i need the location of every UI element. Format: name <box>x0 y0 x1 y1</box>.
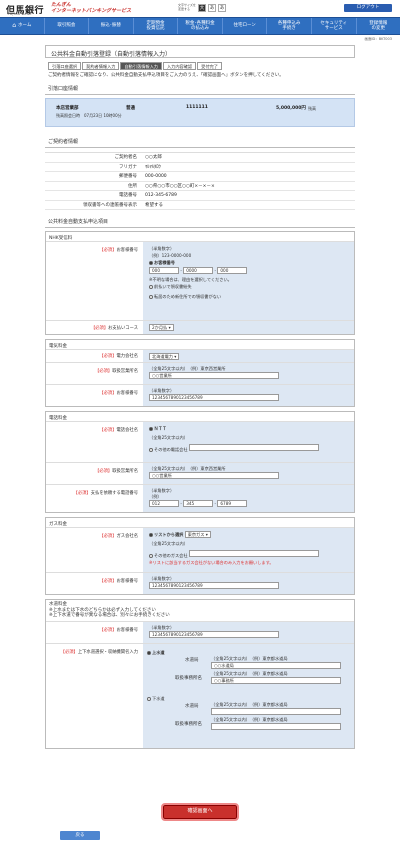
nhk-reason-radio-1[interactable] <box>149 285 153 289</box>
divider <box>45 94 355 95</box>
tel-other-radio[interactable] <box>149 448 153 452</box>
elec-company-select[interactable]: 北海道電力 ▾ <box>149 353 180 360</box>
nav-settings[interactable]: 登録情報 の変更 <box>357 18 400 34</box>
water-number-input[interactable]: 1234567890123456789 <box>149 630 279 638</box>
step-1: 引落口座選択 <box>48 62 82 70</box>
nhk-customer-row: 【必須】お客様番号 （半角数字） （例）123-0000-000 お客様番号 0… <box>46 241 354 320</box>
table-row: 住所 ○○県○○市○○区○○町×－×－× <box>45 182 355 191</box>
home-icon: ⌂ <box>12 22 16 30</box>
water-block: 水道料金 ※上水または下水のどちらかは必ず入力してください ※上下水道で番号が異… <box>45 599 355 749</box>
table-row: 領収書等への連帳番号表示 希望する <box>45 201 355 210</box>
divider <box>45 147 355 148</box>
contract-section-title: ご契約者情報 <box>48 139 79 145</box>
screen-id: 画面ID：BKT003 <box>364 37 392 41</box>
intro-text: ご契約者情報をご確認になり、公共料金自動支払申込項目をご入力のうえ、「確認画面へ… <box>48 73 284 78</box>
gas-number-input[interactable]: 1234567890123456789 <box>149 582 279 589</box>
account-branch: 本店営業部 <box>56 106 79 111</box>
gas-list-radio[interactable] <box>149 533 153 537</box>
water-note-2: ※上下水道で番号が異なる場合は、別々にお手続きください <box>49 613 170 618</box>
gas-company-select[interactable]: 東京ガス ▾ <box>184 531 211 538</box>
back-button[interactable]: 戻る <box>60 831 100 840</box>
account-box: 本店営業部 普通 1111111 5,000,000円 残高 残高照会日時 07… <box>45 98 355 127</box>
font-size-small-button[interactable]: あ <box>218 4 226 12</box>
nav-deposit[interactable]: 定期預金 投資信託 <box>134 18 179 34</box>
account-balance: 5,000,000円 <box>276 106 306 111</box>
elec-title: 電気料金 <box>49 344 67 349</box>
font-size-medium-button[interactable]: あ <box>208 4 216 12</box>
tel-number-1[interactable]: 012 <box>149 500 179 507</box>
elec-number-input[interactable]: 1234567890123456789 <box>149 394 279 401</box>
apply-section-title: 公共料金自動支払申込項目 <box>48 219 109 225</box>
elec-block: 電気料金 【必須】電力会社名 北海道電力 ▾ 【必須】取扱営業所名 （全角25文… <box>45 339 355 407</box>
step-5: 受付完了 <box>197 62 222 70</box>
water-up-office-input[interactable]: ○○事務所 <box>211 676 341 684</box>
gas-other-input[interactable] <box>188 550 319 557</box>
tel-number-3[interactable]: 6789 <box>217 500 248 507</box>
water-down-office-input[interactable] <box>211 722 341 730</box>
nhk-pay-select[interactable]: 2か月払 ▾ <box>149 324 174 331</box>
step-indicator: 引落口座選択 契約者情報入力 自動引落情報入力 入力内容確認 受付完了 <box>48 62 355 70</box>
nav-apply[interactable]: 各種申込み 手続き <box>267 18 312 34</box>
tel-other-input[interactable] <box>188 444 319 451</box>
nav-inquiry[interactable]: 取引照会 <box>45 18 90 34</box>
contract-table: ご契約者名 ○○太郎 フリガナ ﾏﾙﾏﾙﾀﾛｳ 郵便番号 000-0000 住所 ○○県… <box>45 152 355 210</box>
table-row: フリガナ ﾏﾙﾏﾙﾀﾛｳ <box>45 163 355 172</box>
table-row: 郵便番号 000-0000 <box>45 172 355 182</box>
divider <box>45 227 355 228</box>
nav-transfer[interactable]: 振込･振替 <box>89 18 134 34</box>
nav-security[interactable]: セキュリティ サービス <box>312 18 357 34</box>
page-title: 公共料金自動引落登録（自動引落情報入力） <box>45 45 355 58</box>
font-size-large-button[interactable]: 大 <box>198 4 206 12</box>
gas-title: ガス料金 <box>49 522 67 527</box>
nav-home[interactable]: ⌂ ホーム <box>0 18 45 34</box>
gas-block: ガス料金 【必須】ガス会社名 リストから選択 東京ガス ▾ （全角25文字以内）… <box>45 517 355 595</box>
step-4: 入力内容確認 <box>162 62 197 70</box>
water-down-bureau-input[interactable] <box>211 707 341 715</box>
tel-ntt-radio[interactable] <box>149 427 153 431</box>
water-up-radio[interactable] <box>147 650 151 655</box>
account-number: 1111111 <box>186 105 208 110</box>
service-name: たんぎん インターネットバンキングサービス <box>51 2 132 14</box>
account-type: 普通 <box>126 106 135 111</box>
nhk-number-2[interactable]: 0000 <box>183 267 214 274</box>
top-bar: 但馬銀行 TAJIMA BANK たんぎん インターネットバンキングサービス 文字… <box>0 0 400 17</box>
tel-title: 電話料金 <box>49 416 67 421</box>
font-size-label: 文字サイズを 変更する <box>178 3 196 11</box>
nhk-pay-row: 【必須】お支払いコース 2か月払 ▾ <box>46 320 354 334</box>
nav-loan[interactable]: 住宅ローン <box>223 18 268 34</box>
tel-block: 電話料金 【必須】電話会社名 ＮＴＴ （全角25文字以内） その他の電話会社 【… <box>45 411 355 513</box>
step-3: 自動引落情報入力 <box>120 62 162 70</box>
confirm-button[interactable]: 確認画面へ <box>161 803 239 821</box>
water-down-radio[interactable] <box>147 696 151 701</box>
table-row: ご契約者名 ○○太郎 <box>45 153 355 163</box>
nhk-title: NHK受信料 <box>49 236 73 241</box>
nhk-number-1[interactable]: 000 <box>149 267 179 274</box>
table-row: 電話番号 012-345-6789 <box>45 191 355 201</box>
tel-office-input[interactable]: ○○営業所 <box>149 472 279 479</box>
balance-label: 残高 <box>308 106 316 111</box>
bank-logo-sub: TAJIMA BANK <box>8 12 32 16</box>
account-section-title: 引落口座情報 <box>48 86 79 92</box>
balance-time: 残高照会日時 07月23日 10時00分 <box>56 113 122 118</box>
logout-button[interactable]: ログアウト <box>344 4 392 12</box>
water-up-bureau-input[interactable]: ○○水道局 <box>211 661 341 669</box>
nhk-number-3[interactable]: 000 <box>217 267 248 274</box>
step-2: 契約者情報入力 <box>82 62 120 70</box>
nhk-reason-radio-2[interactable] <box>149 295 153 299</box>
main-nav: ⌂ ホーム 取引照会 振込･振替 定期預金 投資信託 税金･各種料金 の払込み 住… <box>0 17 400 35</box>
nhk-customer-radio[interactable] <box>149 261 153 265</box>
gas-other-radio[interactable] <box>149 554 153 558</box>
elec-office-input[interactable]: ○○営業所 <box>149 372 279 379</box>
nhk-block: NHK受信料 【必須】お客様番号 （半角数字） （例）123-0000-000 … <box>45 231 355 335</box>
nav-tax[interactable]: 税金･各種料金 の払込み <box>178 18 223 34</box>
tel-number-2[interactable]: 345 <box>183 500 214 507</box>
